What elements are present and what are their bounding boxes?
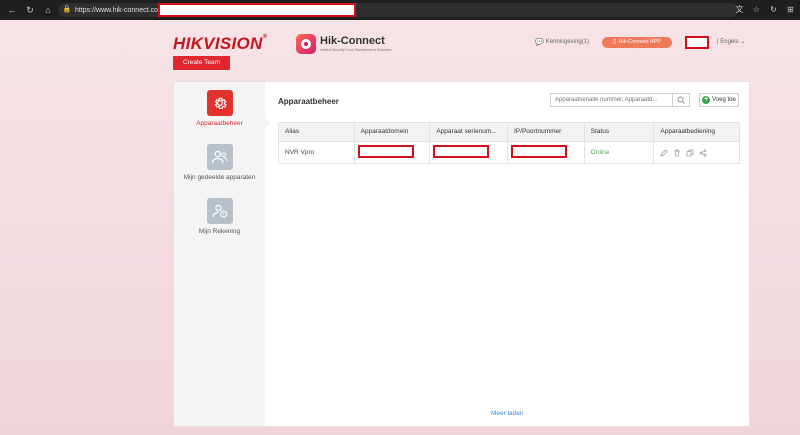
- home-icon[interactable]: ⌂: [42, 4, 54, 16]
- copy-icon[interactable]: [686, 149, 694, 157]
- share-icon[interactable]: [699, 148, 707, 157]
- reload-icon[interactable]: ↻: [768, 4, 779, 15]
- search-icon: [677, 96, 685, 104]
- shared-users-icon: [206, 144, 233, 170]
- refresh-icon[interactable]: ↻: [24, 4, 36, 16]
- main-panel: Apparaatbeheer Mijn gedeelde apparaten M…: [173, 81, 750, 427]
- sidebar-item-device-management[interactable]: Apparaatbeheer: [174, 90, 265, 127]
- user-name-redacted[interactable]: [685, 36, 709, 49]
- hikvision-logo[interactable]: HIKVISION®: [173, 34, 267, 54]
- device-table: Alias Apparaatdomein Apparaat serienum..…: [278, 122, 740, 164]
- app-button-label: Hik-Connect APP: [618, 39, 661, 45]
- app-download-button[interactable]: ▯ Hik-Connect APP: [602, 37, 672, 48]
- sidebar-item-shared-devices[interactable]: Mijn gedeelde apparaten: [174, 144, 265, 181]
- column-header: Apparaat serienum...: [430, 123, 508, 141]
- star-icon[interactable]: ☆: [751, 4, 762, 15]
- address-url: https://www.hik-connect.com/: [75, 6, 166, 14]
- page-title: Apparaatbeheer: [278, 97, 339, 106]
- page-background: HIKVISION® Create Team Hik-Connect Unifi…: [0, 20, 800, 435]
- load-more-link[interactable]: Meer laden: [491, 410, 524, 417]
- edit-icon[interactable]: [660, 148, 668, 157]
- column-header: IP/Poortnummer: [508, 123, 585, 141]
- language-label: | Engels: [717, 39, 739, 45]
- redaction-box: [158, 3, 356, 17]
- sidebar-item-label: Apparaatbeheer: [196, 120, 243, 127]
- column-header: Status: [585, 123, 655, 141]
- cell-serial: [430, 142, 508, 163]
- column-header: Apparaatdomein: [355, 123, 431, 141]
- hik-connect-logo-icon: [296, 34, 316, 54]
- cell-operations: [654, 142, 739, 163]
- lock-icon: 🔒: [62, 6, 72, 13]
- delete-icon[interactable]: [673, 149, 681, 157]
- add-device-button[interactable]: + Voeg toe: [699, 93, 739, 107]
- gear-icon: [206, 90, 233, 116]
- status-badge: Online: [585, 142, 655, 163]
- redaction-box: [357, 145, 414, 158]
- message-icon: 💬: [535, 39, 544, 46]
- add-label: Voeg toe: [712, 97, 736, 103]
- column-header: Apparaatbediening: [660, 128, 715, 135]
- active-indicator: [265, 118, 270, 128]
- search-button[interactable]: [672, 94, 689, 106]
- extensions-icon[interactable]: ⊞: [785, 4, 796, 15]
- back-arrow-icon[interactable]: ←: [6, 4, 18, 16]
- translate-icon[interactable]: 文: [734, 4, 745, 15]
- app-name: Hik-Connect: [320, 35, 385, 47]
- account-icon: [206, 198, 233, 224]
- address-bar[interactable]: 🔒 https://www.hik-connect.com/: [58, 3, 738, 17]
- browser-toolbar: ← ↻ ⌂ 🔒 https://www.hik-connect.com/ 文 ☆…: [0, 0, 800, 20]
- phone-icon: ▯: [613, 39, 617, 45]
- redaction-box: [511, 145, 567, 158]
- sidebar: Apparaatbeheer Mijn gedeelde apparaten M…: [174, 82, 265, 426]
- notification-link[interactable]: 💬 Kennisgeving(1): [535, 38, 589, 46]
- redaction-box: [433, 145, 490, 158]
- sidebar-item-label: Mijn gedeelde apparaten: [183, 174, 256, 181]
- cell-alias: NVR Vpro: [279, 142, 355, 163]
- brand-name: HIKVISION: [173, 34, 263, 53]
- search-input[interactable]: [551, 94, 673, 106]
- column-header: Alias: [279, 123, 355, 141]
- table-row[interactable]: NVR Vpro Online: [278, 142, 740, 164]
- plus-icon: +: [702, 96, 711, 104]
- sidebar-item-label: Mijn Rekening: [198, 228, 241, 235]
- cell-ip-port: [508, 142, 585, 163]
- table-header: Alias Apparaatdomein Apparaat serienum..…: [278, 122, 740, 142]
- app-tagline: Unified Security From Standalone to Busi…: [320, 48, 392, 52]
- search-box: [550, 93, 690, 107]
- notification-label: Kennisgeving(1): [545, 39, 590, 45]
- chevron-down-icon: ⌄: [740, 39, 746, 45]
- sidebar-item-my-account[interactable]: Mijn Rekening: [174, 198, 265, 235]
- cell-domain: [355, 142, 431, 163]
- language-selector[interactable]: | Engels ⌄: [717, 38, 745, 45]
- create-team-button[interactable]: Create Team: [173, 56, 230, 70]
